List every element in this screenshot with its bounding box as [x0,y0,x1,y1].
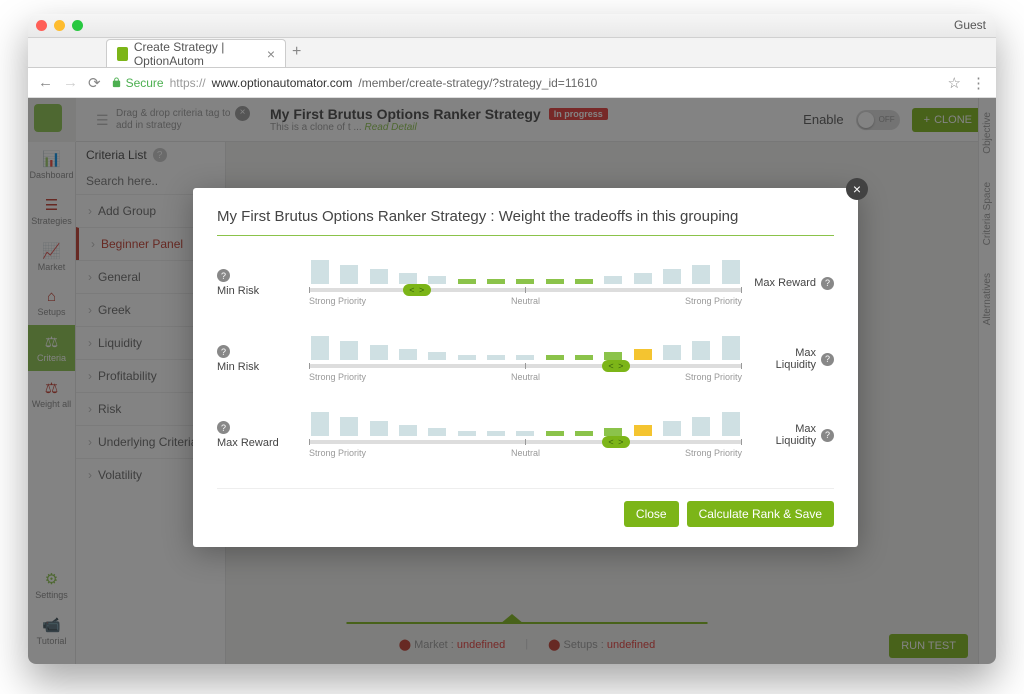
weight-bar [663,345,681,360]
weight-bar [604,276,622,284]
weight-bar [487,355,505,360]
favicon-icon [117,47,128,61]
weight-bar [722,260,740,284]
weight-bar [546,355,564,360]
bookmark-icon[interactable]: ☆ [948,74,961,92]
weight-bar [663,421,681,436]
profile-label[interactable]: Guest [954,18,986,32]
calculate-save-button[interactable]: Calculate Rank & Save [687,501,834,527]
weight-bar [663,269,681,284]
help-icon[interactable]: ? [217,345,230,358]
window-close-icon[interactable] [36,20,47,31]
weight-bar [311,412,329,436]
weight-slider-handle[interactable]: < > [602,360,630,372]
weight-bar [340,341,358,360]
weight-bar [487,279,505,284]
weight-bar [399,425,417,436]
close-button[interactable]: Close [624,501,679,527]
weight-bar [604,352,622,360]
tradeoff-left-label: Min Risk [217,285,259,297]
new-tab-button[interactable]: + [292,43,301,67]
weight-bar [604,428,622,436]
weight-bar [575,279,593,284]
weight-bar [370,269,388,284]
modal-close-icon[interactable]: × [846,178,868,200]
weight-bar [516,279,534,284]
weight-bar [340,417,358,436]
weight-bar [311,336,329,360]
modal-title: My First Brutus Options Ranker Strategy … [217,208,834,225]
window-minimize-icon[interactable] [54,20,65,31]
weight-bar [634,273,652,284]
weight-bar [634,349,652,360]
browser-tabstrip: Create Strategy | OptionAutom × + [28,38,996,68]
weight-bar [399,273,417,284]
tradeoff-left-label: Max Reward [217,437,279,449]
weight-bar [722,336,740,360]
weight-track[interactable]: < > [309,288,742,292]
help-icon[interactable]: ? [821,277,834,290]
browser-tab[interactable]: Create Strategy | OptionAutom × [106,39,286,67]
help-icon[interactable]: ? [217,421,230,434]
help-icon[interactable]: ? [821,353,834,366]
tab-close-icon[interactable]: × [267,46,275,62]
weight-track[interactable]: < > [309,364,742,368]
weight-bar [340,265,358,284]
tradeoff-left-label: Min Risk [217,361,259,373]
tradeoff-row: ?Max Reward< >Strong PriorityNeutralStro… [217,412,834,458]
forward-icon: → [63,74,78,91]
weight-bar [487,431,505,436]
weight-bar [692,341,710,360]
weight-bar [546,431,564,436]
weight-bar [428,352,446,360]
weight-bar [458,279,476,284]
tradeoff-row: ?Min Risk< >Strong PriorityNeutralStrong… [217,336,834,382]
tradeoff-right-label: Max Liquidity [752,347,816,371]
help-icon[interactable]: ? [821,429,834,442]
weight-bar [516,355,534,360]
tradeoff-right-label: Max Liquidity [752,423,816,447]
weight-slider-handle[interactable]: < > [403,284,431,296]
weight-bar [546,279,564,284]
weight-bar [428,428,446,436]
help-icon[interactable]: ? [217,269,230,282]
weight-slider-handle[interactable]: < > [602,436,630,448]
lock-icon [111,77,122,88]
weight-bar [458,431,476,436]
weight-bar [370,421,388,436]
secure-badge: Secure [111,76,164,90]
weight-tradeoffs-modal: × My First Brutus Options Ranker Strateg… [193,188,858,547]
weight-bar [575,355,593,360]
weight-track[interactable]: < > [309,440,742,444]
weight-bar [634,425,652,436]
weight-bar [516,431,534,436]
tradeoff-row: ?Min Risk< >Strong PriorityNeutralStrong… [217,260,834,306]
back-icon[interactable]: ← [38,74,53,91]
weight-bar [428,276,446,284]
weight-bar [370,345,388,360]
weight-bar [458,355,476,360]
menu-icon[interactable]: ⋮ [971,74,986,92]
weight-bar [575,431,593,436]
reload-icon[interactable]: ⟳ [88,74,101,92]
browser-toolbar: ← → ⟳ Secure https://www.optionautomator… [28,68,996,98]
tradeoff-right-label: Max Reward [754,277,816,289]
window-zoom-icon[interactable] [72,20,83,31]
weight-bar [722,412,740,436]
address-bar[interactable]: Secure https://www.optionautomator.com/m… [111,76,598,90]
weight-bar [311,260,329,284]
weight-bar [692,417,710,436]
weight-bar [692,265,710,284]
weight-bar [399,349,417,360]
tab-title: Create Strategy | OptionAutom [134,40,261,68]
window-titlebar: Guest [28,14,996,38]
